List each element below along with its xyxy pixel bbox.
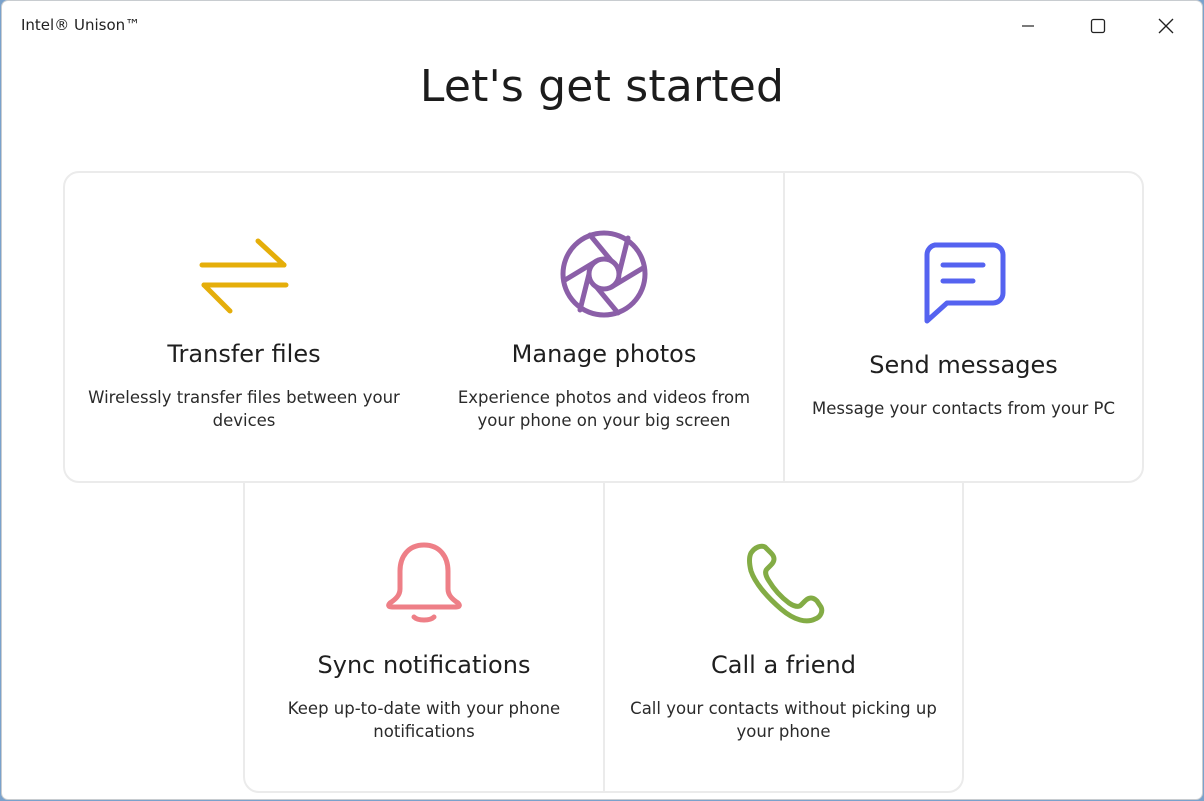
close-icon (1158, 18, 1174, 34)
maximize-icon (1090, 18, 1106, 34)
minimize-button[interactable] (994, 1, 1062, 51)
bell-icon (386, 542, 462, 623)
card-sync-notifications[interactable]: Sync notifications Keep up-to-date with … (243, 481, 605, 793)
app-window: Intel® Unison™ Let's get started Transfe… (1, 0, 1203, 800)
card-description: Keep up-to-date with your phone notifica… (287, 699, 561, 741)
card-manage-photos[interactable]: Manage photos Experience photos and vide… (423, 171, 785, 483)
title-bar[interactable]: Intel® Unison™ (2, 1, 1202, 51)
card-description: Message your contacts from your PC (812, 399, 1115, 418)
card-title: Send messages (869, 351, 1058, 379)
card-transfer-files[interactable]: Transfer files Wirelessly transfer files… (63, 171, 425, 483)
camera-aperture-icon (560, 230, 648, 318)
card-title: Call a friend (711, 651, 856, 679)
app-title: Intel® Unison™ (21, 16, 141, 34)
close-button[interactable] (1132, 1, 1200, 51)
card-title: Transfer files (167, 340, 321, 368)
card-call-a-friend[interactable]: Call a friend Call your contacts without… (603, 481, 964, 793)
chat-bubble-icon (924, 242, 1005, 324)
card-description: Wirelessly transfer files between your d… (88, 388, 400, 430)
minimize-icon (1022, 25, 1034, 27)
card-send-messages[interactable]: Send messages Message your contacts from… (783, 171, 1144, 483)
card-description: Experience photos and videos from your p… (457, 388, 751, 430)
card-title: Manage photos (511, 340, 697, 368)
card-title: Sync notifications (317, 651, 531, 679)
phone-icon (746, 543, 824, 624)
transfer-arrows-icon (199, 238, 289, 314)
page-title: Let's get started (419, 61, 785, 112)
card-description: Call your contacts without picking up yo… (630, 699, 937, 741)
maximize-button[interactable] (1064, 1, 1132, 51)
